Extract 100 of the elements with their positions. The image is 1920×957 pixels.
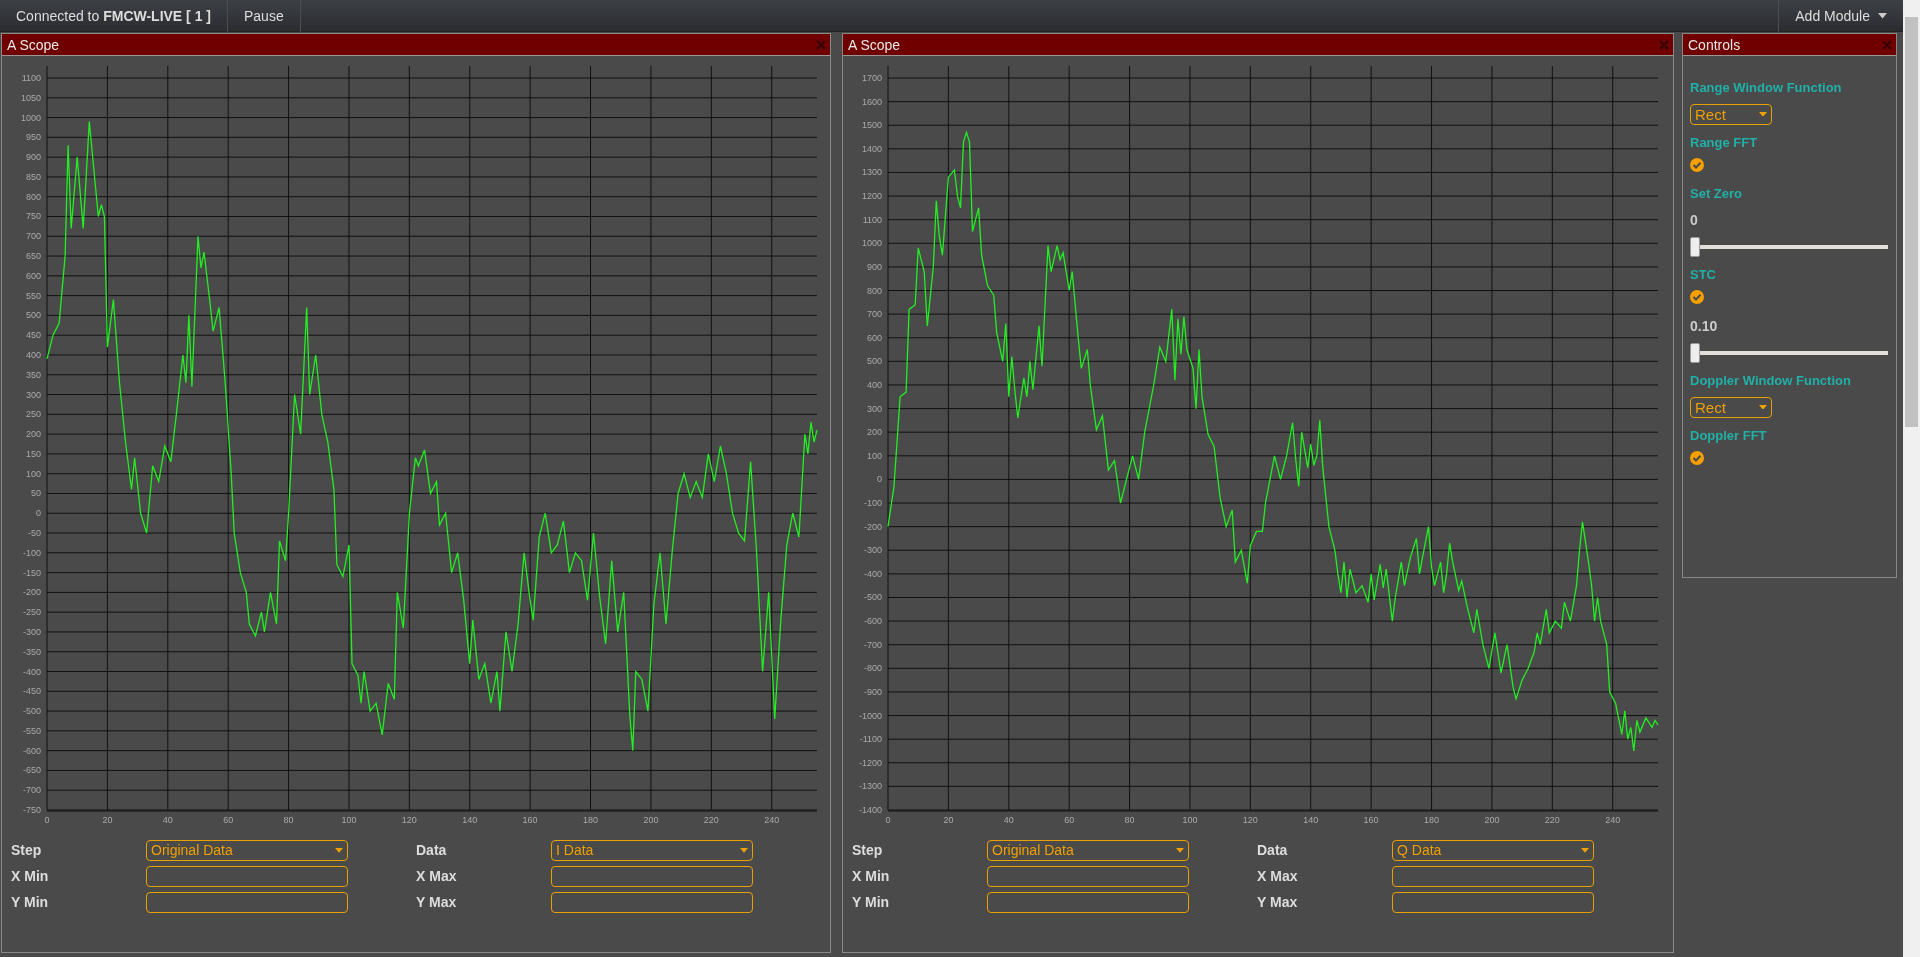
axis-tick-label: 1500 [861,120,882,131]
axis-tick-label: 140 [462,815,478,825]
input-field[interactable] [146,866,348,887]
axis-tick-label: 100 [866,450,882,461]
axis-tick-label: 180 [583,815,599,825]
input-field[interactable] [146,892,348,913]
input-field[interactable] [987,866,1189,887]
window-function-dropdown[interactable]: Rect [1690,103,1772,125]
axis-tick-label: 300 [25,389,41,400]
axis-tick-label: 950 [25,132,41,143]
slider-handle[interactable] [1690,343,1700,363]
axis-tick-label: 900 [866,261,882,272]
axis-tick-label: 220 [1544,815,1560,825]
axis-tick-label: 350 [25,369,41,380]
control-label: Range Window Function [1690,79,1843,97]
axis-tick-label: 1200 [861,191,882,202]
axis-tick-label: -750 [23,805,41,815]
axis-tick-label: 180 [1424,815,1440,825]
caret-icon [335,848,343,853]
axis-tick-label: 60 [1064,815,1075,825]
axis-tick-label: -450 [23,686,41,697]
axis-tick-label: 50 [31,488,41,499]
axis-tick-label: -600 [864,616,882,627]
step-dropdown[interactable]: Original Data [146,840,348,861]
data-dropdown[interactable]: Q Data [1392,840,1594,861]
axis-tick-label: -100 [864,498,882,509]
field-label: Data [1257,841,1289,860]
caret-icon [1581,848,1589,853]
input-field[interactable] [551,866,753,887]
field-label: X Min [11,867,50,886]
axis-tick-label: -900 [864,686,882,697]
axis-tick-label: 240 [1605,815,1621,825]
axis-tick-label: -400 [23,666,41,677]
axis-tick-label: -200 [864,521,882,532]
axis-tick-label: 900 [25,152,41,163]
step-dropdown[interactable]: Original Data [987,840,1189,861]
scrollbar[interactable] [1903,0,1920,957]
axis-tick-label: 1000 [861,238,882,249]
caret-icon [1759,404,1767,410]
axis-tick-label: -1400 [858,805,882,815]
axis-tick-label: 650 [25,251,41,262]
axis-tick-label: 600 [25,270,41,281]
axis-tick-label: 700 [25,231,41,242]
field-label: X Max [416,867,458,886]
input-field[interactable] [551,892,753,913]
axis-tick-label: 200 [25,429,41,440]
axis-tick-label: -150 [23,567,41,578]
axis-tick-label: -700 [23,785,41,796]
check-icon[interactable] [1690,290,1704,304]
axis-tick-label: 100 [1182,815,1198,825]
axis-tick-label: 300 [866,403,882,414]
input-field[interactable] [1392,866,1594,887]
connection-status: Connected to FMCW-LIVE [ 1 ] [0,0,228,32]
axis-tick-label: 100 [25,468,41,479]
axis-tick-label: 140 [1303,815,1319,825]
axis-tick-label: -200 [23,587,41,598]
field-label: Y Max [1257,893,1299,912]
axis-tick-label: -700 [864,639,882,650]
field-label: Y Max [416,893,458,912]
axis-tick-label: 120 [1242,815,1258,825]
check-icon[interactable] [1690,451,1704,465]
axis-tick-label: 160 [1363,815,1379,825]
data-dropdown[interactable]: I Data [551,840,753,861]
axis-tick-label: 700 [866,309,882,320]
axis-tick-label: 1600 [861,96,882,107]
pause-button[interactable]: Pause [228,0,301,32]
axis-tick-label: 600 [866,332,882,343]
axis-tick-label: 400 [866,379,882,390]
slider-value: 0.10 [1690,317,1719,336]
axis-tick-label: -600 [23,745,41,756]
axis-tick-label: 1000 [20,112,41,123]
axis-tick-label: 240 [764,815,780,825]
control-label: Range FFT [1690,133,1759,152]
axis-tick-label: 400 [25,349,41,360]
axis-tick-label: -1000 [858,710,882,721]
axis-tick-label: 200 [643,815,659,825]
axis-tick-label: 1100 [862,214,882,225]
panel-title: A Scope [7,35,60,55]
axis-tick-label: -300 [864,545,882,556]
field-label: X Max [1257,867,1299,886]
axis-tick-label: 220 [703,815,719,825]
axis-tick-label: 500 [866,356,882,367]
panel-title: Controls [1688,35,1741,55]
field-label: Y Min [852,893,891,912]
slider-handle[interactable] [1690,236,1700,257]
axis-tick-label: -300 [23,626,41,637]
field-label: X Min [852,867,891,886]
axis-tick-label: -800 [864,663,882,674]
axis-tick-label: 0 [36,508,41,519]
axis-tick-label: 100 [341,815,357,825]
window-function-dropdown[interactable]: Rect [1690,396,1772,418]
axis-tick-label: 200 [1484,815,1500,825]
axis-tick-label: 40 [162,815,173,825]
input-field[interactable] [1392,892,1594,913]
axis-tick-label: -1300 [858,781,882,792]
control-label: Set Zero [1690,185,1743,203]
input-field[interactable] [987,892,1189,913]
check-icon[interactable] [1690,158,1704,172]
axis-tick-label: 0 [885,815,891,825]
axis-tick-label: -1100 [859,734,882,745]
